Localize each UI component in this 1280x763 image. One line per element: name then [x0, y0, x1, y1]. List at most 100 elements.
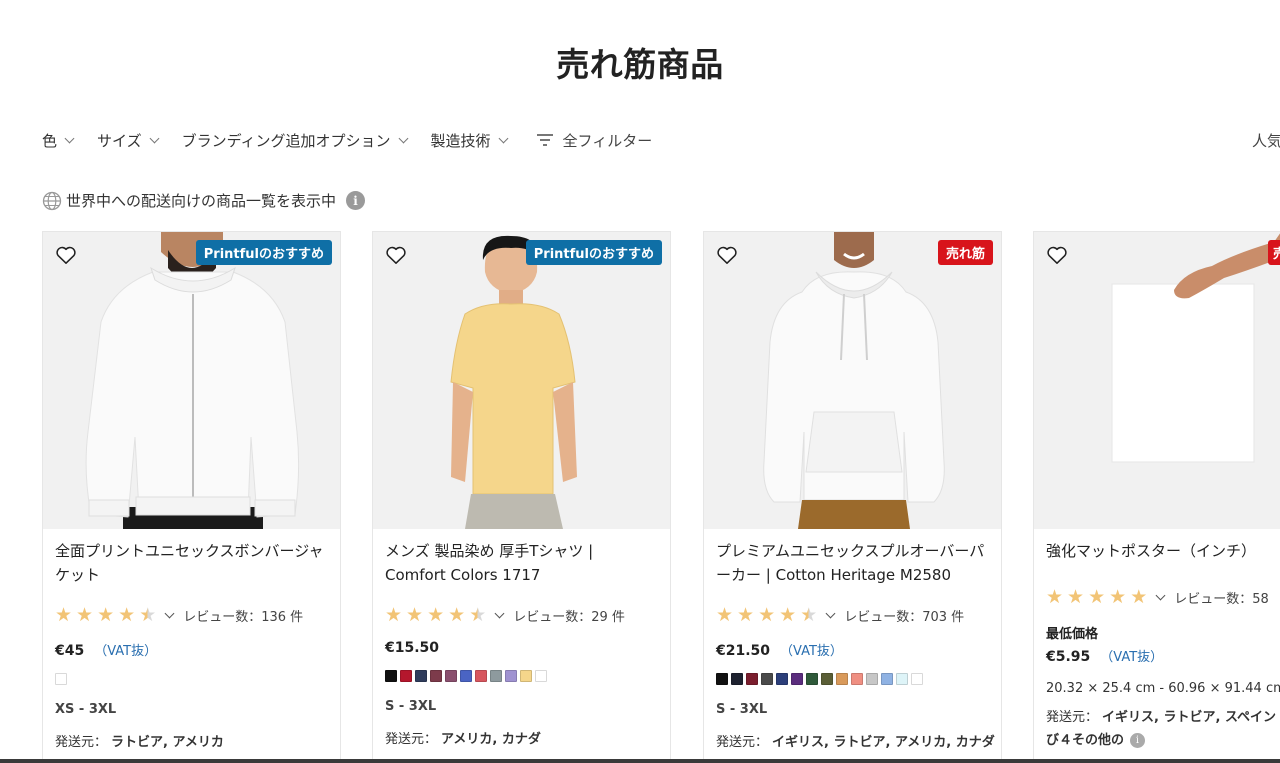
color-swatch[interactable]	[911, 673, 923, 685]
color-swatches	[385, 670, 658, 682]
chevron-down-icon	[398, 133, 408, 143]
product-title[interactable]: 全面プリントユニセックスボンバージャケット	[55, 539, 328, 593]
bestseller-badge: 売れ筋	[937, 240, 993, 265]
color-swatch[interactable]	[896, 673, 908, 685]
half-star-icon: ★	[469, 604, 487, 626]
star-icon: ★	[427, 604, 445, 626]
price-row: €21.50 （VAT抜）	[716, 640, 989, 659]
ships-from-label: 発送元：	[385, 732, 438, 747]
color-swatch[interactable]	[746, 673, 758, 685]
size-range: XS - 3XL	[55, 702, 117, 717]
review-count: レビュー数：703 件	[844, 609, 965, 625]
review-count: レビュー数：58	[1174, 591, 1269, 607]
min-price-label: 最低価格	[1046, 627, 1099, 642]
filter-size-label: サイズ	[97, 131, 142, 150]
star-icon: ★	[97, 604, 115, 626]
ships-from: 発送元： ラトビア, アメリカ	[55, 731, 328, 750]
chevron-down-icon[interactable]	[164, 608, 175, 618]
color-swatch[interactable]	[520, 670, 532, 682]
product-image[interactable]: 売	[1034, 232, 1280, 529]
color-swatch[interactable]	[776, 673, 788, 685]
color-swatch[interactable]	[385, 670, 397, 682]
color-swatches	[55, 673, 328, 685]
info-icon[interactable]: i	[346, 191, 366, 210]
filter-size[interactable]: サイズ	[97, 130, 160, 151]
color-swatch[interactable]	[806, 673, 818, 685]
ships-from: 発送元： イギリス, ラトビア, スペイン	[1046, 706, 1280, 725]
chevron-down-icon	[498, 133, 508, 143]
color-swatch[interactable]	[791, 673, 803, 685]
color-swatch[interactable]	[821, 673, 833, 685]
color-swatch[interactable]	[866, 673, 878, 685]
product-title[interactable]: 強化マットポスター（インチ）	[1046, 539, 1280, 579]
all-filters-button[interactable]: 全フィルター	[536, 130, 653, 151]
rating-row: ★ ★ ★ ★ ★ レビュー数：29 件	[385, 605, 658, 625]
recommended-badge: Printfulのおすすめ	[525, 240, 662, 265]
half-star-icon: ★	[800, 604, 818, 626]
product-card[interactable]: 売れ筋 プレミアムユニセックスプルオーバーパーカー | Cotton Herit…	[703, 231, 1002, 763]
ships-from-value: イギリス, ラトビア, スペイン	[1102, 710, 1277, 725]
color-swatch[interactable]	[881, 673, 893, 685]
tshirt-image	[373, 232, 670, 529]
sort-dropdown[interactable]: 人気	[1252, 130, 1280, 151]
ships-more: び４その他の i	[1046, 729, 1280, 748]
ships-from: 発送元： アメリカ, カナダ	[385, 728, 658, 747]
color-swatch[interactable]	[460, 670, 472, 682]
color-swatch[interactable]	[851, 673, 863, 685]
rating-stars: ★ ★ ★ ★ ★	[385, 605, 490, 625]
ships-from-label: 発送元：	[716, 735, 769, 750]
bottom-divider	[0, 759, 1280, 763]
all-filters-label: 全フィルター	[562, 131, 653, 150]
dimensions: 20.32 × 25.4 cm - 60.96 × 91.44 cm	[1046, 681, 1280, 696]
star-icon: ★	[1046, 586, 1064, 608]
product-card[interactable]: Printfulのおすすめ メンズ 製品染め 厚手Tシャツ | Comfort …	[372, 231, 671, 763]
color-swatch[interactable]	[716, 673, 728, 685]
rating-row: ★ ★ ★ ★ ★ レビュー数：58	[1046, 587, 1280, 607]
color-swatch[interactable]	[490, 670, 502, 682]
color-swatch[interactable]	[475, 670, 487, 682]
product-title[interactable]: メンズ 製品染め 厚手Tシャツ | Comfort Colors 1717	[385, 539, 658, 593]
shipping-note: 世界中への配送向けの商品一覧を表示中 i	[42, 190, 366, 211]
star-icon: ★	[779, 604, 797, 626]
ships-more-text: び４その他の	[1046, 733, 1125, 748]
product-image[interactable]: Printfulのおすすめ	[43, 232, 340, 529]
color-swatch[interactable]	[761, 673, 773, 685]
page-title: 売れ筋商品	[556, 45, 724, 84]
product-image[interactable]: Printfulのおすすめ	[373, 232, 670, 529]
color-swatch[interactable]	[836, 673, 848, 685]
product-card[interactable]: Printfulのおすすめ 全面プリントユニセックスボンバージャケット ★ ★ …	[42, 231, 341, 763]
info-icon[interactable]: i	[1130, 733, 1146, 748]
color-swatch[interactable]	[731, 673, 743, 685]
filter-color[interactable]: 色	[42, 130, 75, 151]
color-swatch[interactable]	[535, 670, 547, 682]
vat-note: （VAT抜）	[780, 644, 843, 659]
color-swatch[interactable]	[505, 670, 517, 682]
filter-technique-label: 製造技術	[430, 131, 491, 150]
color-swatch[interactable]	[430, 670, 442, 682]
heart-icon[interactable]	[716, 245, 738, 265]
price: €5.95	[1046, 649, 1091, 665]
hoodie-image	[704, 232, 1001, 529]
color-swatch[interactable]	[445, 670, 457, 682]
filter-technique[interactable]: 製造技術	[430, 130, 508, 151]
color-swatch[interactable]	[55, 673, 67, 685]
product-card[interactable]: 売 強化マットポスター（インチ） ★ ★ ★ ★ ★ レビュー数：58 最低価格…	[1033, 231, 1280, 763]
chevron-down-icon[interactable]	[825, 608, 836, 618]
product-title[interactable]: プレミアムユニセックスプルオーバーパーカー | Cotton Heritage …	[716, 539, 989, 593]
ships-from-label: 発送元：	[55, 735, 108, 750]
ships-from-value: ラトビア, アメリカ	[111, 735, 224, 750]
star-icon: ★	[448, 604, 466, 626]
filter-branding[interactable]: ブランディング追加オプション	[182, 130, 408, 151]
star-icon: ★	[55, 604, 73, 626]
heart-icon[interactable]	[55, 245, 77, 265]
heart-icon[interactable]	[385, 245, 407, 265]
price-row: €5.95 （VAT抜）	[1046, 646, 1280, 665]
color-swatch[interactable]	[415, 670, 427, 682]
product-image[interactable]: 売れ筋	[704, 232, 1001, 529]
heart-icon[interactable]	[1046, 245, 1068, 265]
color-swatch[interactable]	[400, 670, 412, 682]
chevron-down-icon[interactable]	[494, 608, 505, 618]
chevron-down-icon[interactable]	[1155, 590, 1166, 600]
ships-from-value: アメリカ, カナダ	[441, 732, 541, 747]
chevron-down-icon	[149, 133, 160, 143]
